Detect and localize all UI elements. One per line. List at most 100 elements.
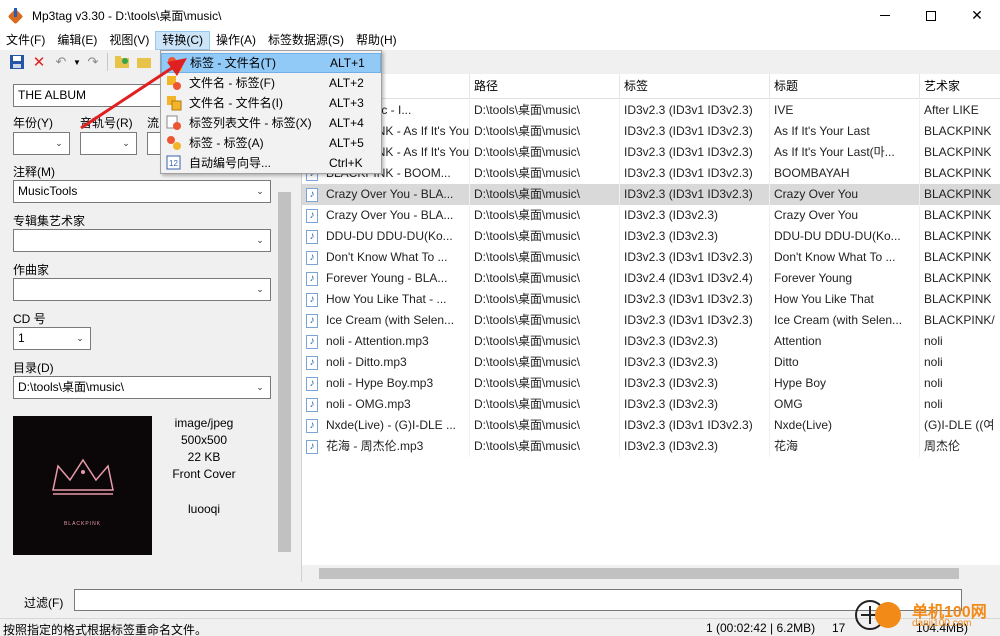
menu-item-label: 标签 - 文件名(T) (190, 56, 276, 70)
table-row[interactable]: ♪BLACKPINK - As If It's Your Last(마...D:… (302, 142, 1000, 163)
app-logo-icon (8, 7, 24, 24)
menu-view[interactable]: 视图(V) (103, 31, 155, 50)
close-button[interactable]: ✕ (954, 0, 1000, 31)
comment-label: 注释(M) (13, 165, 55, 179)
cell-artist: noli (920, 394, 1000, 415)
menu-autonumbering-wizard[interactable]: 12 自动编号向导... Ctrl+K (161, 153, 381, 173)
menu-filename-to-filename[interactable]: 文件名 - 文件名(I) ALT+3 (161, 93, 381, 113)
table-row[interactable]: ♪ Crazy Over You - BLA... D:\tools\桌面\musi… (302, 205, 1000, 226)
add-directory-button[interactable] (133, 51, 155, 73)
cell-tag: ID3v2.3 (ID3v2.3) (620, 352, 770, 373)
music-file-icon: ♪ (306, 293, 318, 307)
undo-button[interactable]: ↶ (50, 51, 72, 73)
table-row[interactable]: ♪ noli - OMG.mp3 D:\tools\桌面\music\ ID3v2.3… (302, 394, 1000, 415)
table-row[interactable]: ♪ noli - Ditto.mp3 D:\tools\桌面\music\ ID3v2… (302, 352, 1000, 373)
menu-item-shortcut: ALT+4 (329, 116, 364, 130)
cell-artist: BLACKPINK (920, 142, 1000, 163)
menu-tag-to-tag[interactable]: 标签 - 标签(A) ALT+5 (161, 133, 381, 153)
redo-button[interactable]: ↷ (82, 51, 104, 73)
table-row[interactable]: ♪ DDU-DU DDU-DU(Ko... D:\tools\桌面\music\ ID… (302, 226, 1000, 247)
save-button[interactable] (6, 51, 28, 73)
album-cover[interactable]: BLACKPINK (13, 416, 152, 555)
cell-tag: ID3v2.3 (ID3v1 ID3v2.3) (620, 247, 770, 268)
scrollbar-thumb[interactable] (278, 192, 291, 552)
menu-filename-to-tag[interactable]: 文件名 - 标签(F) ALT+2 (161, 73, 381, 93)
table-row[interactable]: ♪ Crazy Over You - BLA... D:\tools\桌面\musi… (302, 184, 1000, 205)
cell-path: D:\tools\桌面\music\ (470, 163, 620, 184)
cd-combo[interactable]: 1 ⌄ (13, 327, 91, 350)
status-selection: 1 (00:02:42 | 6.2MB) (706, 621, 816, 635)
menu-file[interactable]: 文件(F) (0, 31, 51, 50)
album-artist-combo[interactable]: ⌄ (13, 229, 271, 252)
composer-label: 作曲家 (13, 263, 50, 277)
menu-help[interactable]: 帮助(H) (350, 31, 403, 50)
table-row[interactable]: ♪ Don't Know What To ... D:\tools\桌面\music… (302, 247, 1000, 268)
table-row[interactable]: ♪ Forever Young - BLA... D:\tools\桌面\music… (302, 268, 1000, 289)
cell-title: Don't Know What To ... (770, 247, 920, 268)
cell-tag: ID3v2.3 (ID3v1 ID3v2.3) (620, 163, 770, 184)
table-row[interactable]: ♪ Ice Cream (with Selen... D:\tools\桌面\mus… (302, 310, 1000, 331)
table-row[interactable]: ♪ noli - Hype Boy.mp3 D:\tools\桌面\music\ ID… (302, 373, 1000, 394)
menu-item-shortcut: ALT+5 (329, 136, 364, 150)
cell-title: Nxde(Live) (770, 415, 920, 436)
remove-tag-button[interactable]: ✕ (28, 51, 50, 73)
maximize-button[interactable] (908, 0, 954, 31)
cell-filename: DDU-DU DDU-DU(Ko... (322, 226, 470, 247)
undo-dropdown[interactable]: ▼ (72, 58, 82, 67)
menu-edit[interactable]: 编辑(E) (51, 31, 103, 50)
menu-convert[interactable]: 转换(C) (155, 31, 210, 50)
column-artist[interactable]: 艺术家 (920, 74, 1000, 99)
maximize-icon (926, 10, 936, 21)
year-combo[interactable]: ⌄ (13, 132, 70, 155)
cell-path: D:\tools\桌面\music\ (470, 415, 620, 436)
cell-path: D:\tools\桌面\music\ (470, 373, 620, 394)
image-filesize: 22 KB (187, 450, 221, 464)
table-row[interactable]: ♪ 花海 - 周杰伦.mp3 D:\tools\桌面\music\ ID3v2.3 (… (302, 436, 1000, 457)
menu-textfile-to-tag[interactable]: 标签列表文件 - 标签(X) ALT+4 (161, 113, 381, 133)
cell-artist: BLACKPINK (920, 226, 1000, 247)
cell-title: Crazy Over You (770, 184, 920, 205)
composer-combo[interactable]: ⌄ (13, 278, 271, 301)
table-row[interactable]: ♪ noli - Attention.mp3 D:\tools\桌面\music\ I… (302, 331, 1000, 352)
menu-item-label: 文件名 - 文件名(I) (189, 96, 283, 110)
image-mime: image/jpeg (174, 416, 234, 430)
cell-tag: ID3v2.3 (ID3v1 ID3v2.3) (620, 100, 770, 121)
column-tag[interactable]: 标签 (620, 74, 770, 99)
cell-artist: BLACKPINK (920, 163, 1000, 184)
table-row[interactable]: ♪IVE - music - I...D:\tools\桌面\music\ID3… (302, 100, 1000, 121)
cell-artist: BLACKPINK (920, 205, 1000, 226)
music-file-icon: ♪ (306, 314, 318, 328)
tag-to-filename-icon (168, 57, 182, 71)
cell-artist: BLACKPINK (920, 121, 1000, 142)
cell-artist: BLACKPINK (920, 268, 1000, 289)
track-combo[interactable]: ⌄ (80, 132, 137, 155)
cell-path: D:\tools\桌面\music\ (470, 142, 620, 163)
undo-icon: ↶ (55, 54, 67, 69)
cell-tag: ID3v2.3 (ID3v1 ID3v2.3) (620, 289, 770, 310)
table-row[interactable]: ♪BLACKPINK - As If It's Your Last - B...… (302, 121, 1000, 142)
column-title[interactable]: 标题 (770, 74, 920, 99)
column-path[interactable]: 路径 (470, 74, 620, 99)
cell-tag: ID3v2.3 (ID3v1 ID3v2.3) (620, 310, 770, 331)
menu-tag-to-filename[interactable]: 标签 - 文件名(T) ALT+1 (161, 53, 381, 73)
minimize-button[interactable] (862, 0, 908, 31)
table-row[interactable]: ♪ How You Like That - ... D:\tools\桌面\musi… (302, 289, 1000, 310)
directory-combo[interactable]: D:\tools\桌面\music\ ⌄ (13, 376, 271, 399)
cell-artist: BLACKPINK/ (920, 310, 1000, 331)
menu-item-shortcut: Ctrl+K (329, 156, 363, 170)
table-row[interactable]: ♪BLACKPINK - BOOM...D:\tools\桌面\music\ID… (302, 163, 1000, 184)
change-directory-button[interactable] (111, 51, 133, 73)
horizontal-scrollbar[interactable] (302, 565, 1000, 582)
menu-actions[interactable]: 操作(A) (210, 31, 262, 50)
cell-tag: ID3v2.3 (ID3v2.3) (620, 394, 770, 415)
filter-input[interactable] (74, 589, 962, 611)
table-row[interactable]: ♪ Nxde(Live) - (G)I-DLE ... D:\tools\桌面\mu… (302, 415, 1000, 436)
cell-path: D:\tools\桌面\music\ (470, 268, 620, 289)
menu-item-label: 标签列表文件 - 标签(X) (189, 116, 312, 130)
scrollbar-thumb[interactable] (319, 568, 959, 579)
minimize-icon (880, 15, 890, 16)
comment-combo[interactable]: MusicTools ⌄ (13, 180, 271, 203)
image-description: luooqi (187, 502, 221, 516)
cell-path: D:\tools\桌面\music\ (470, 352, 620, 373)
menu-tag-sources[interactable]: 标签数据源(S) (262, 31, 350, 50)
